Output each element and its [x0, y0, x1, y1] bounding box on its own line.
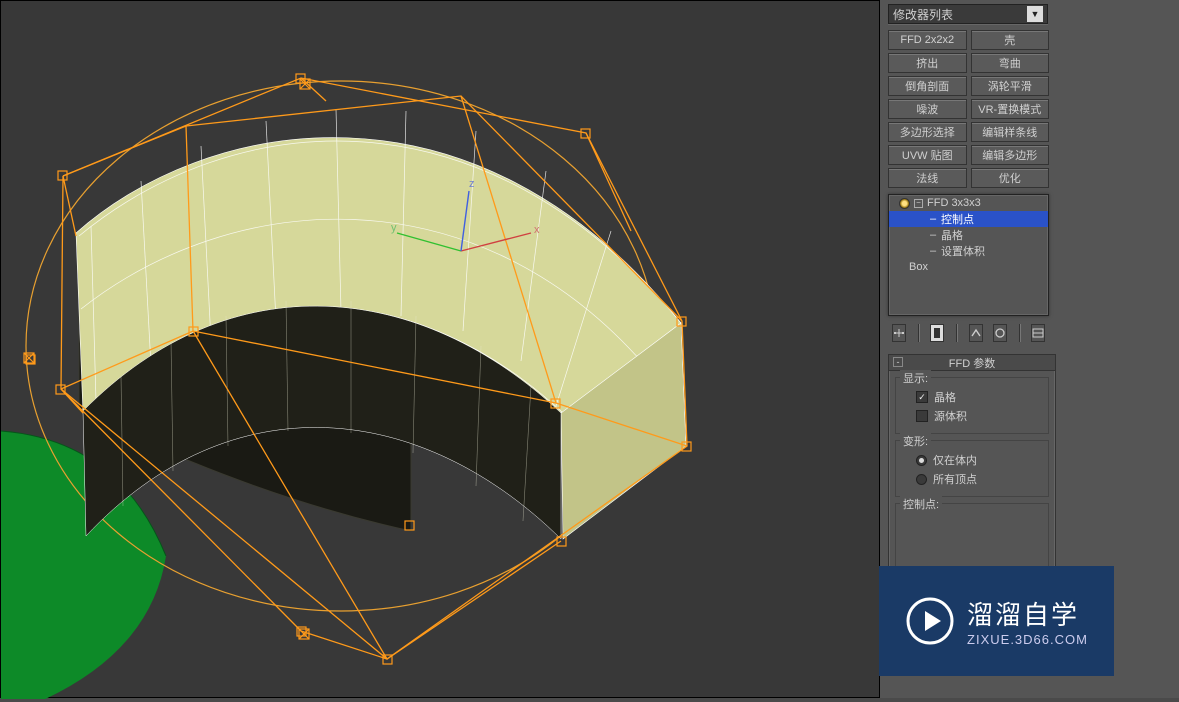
- checkbox-lattice-row[interactable]: ✓ 晶格: [916, 389, 1042, 405]
- modifier-btn-turbosmooth[interactable]: 涡轮平滑: [971, 76, 1050, 96]
- axis-z-label: z: [469, 178, 475, 190]
- rollout-header[interactable]: - FFD 参数: [889, 355, 1055, 371]
- dropdown-arrow-icon: ▼: [1027, 6, 1043, 22]
- modifier-btn-noise[interactable]: 噪波: [888, 99, 967, 119]
- axis-x-label: x: [534, 224, 540, 236]
- radio-only-in-volume-row[interactable]: 仅在体内: [916, 452, 1042, 468]
- stack-item-lattice[interactable]: – 晶格: [889, 227, 1048, 243]
- modifier-list-dropdown[interactable]: 修改器列表 ▼: [888, 4, 1048, 24]
- viewport-3d[interactable]: x y z: [0, 0, 880, 698]
- checkbox-lattice-label: 晶格: [934, 389, 956, 405]
- stack-toolbar: [888, 322, 1049, 344]
- group-display-title: 显示:: [900, 370, 931, 386]
- stack-item-label: FFD 3x3x3: [927, 197, 981, 209]
- stack-item-box[interactable]: Box: [889, 259, 1048, 275]
- modifier-btn-ffd2x2x2[interactable]: FFD 2x2x2: [888, 30, 967, 50]
- stack-item-control-points[interactable]: – 控制点: [889, 211, 1048, 227]
- modifier-btn-edit-spline[interactable]: 编辑样条线: [971, 122, 1050, 142]
- checkbox-icon: [916, 410, 928, 422]
- rollout-title: FFD 参数: [949, 355, 995, 371]
- tree-dash-icon: –: [929, 213, 937, 225]
- tree-dash-icon: –: [929, 229, 937, 241]
- modifier-buttons-grid: FFD 2x2x2 壳 挤出 弯曲 倒角剖面 涡轮平滑 噪波 VR-置换模式 多…: [888, 30, 1049, 188]
- modifier-btn-shell[interactable]: 壳: [971, 30, 1050, 50]
- checkbox-icon: ✓: [916, 391, 928, 403]
- show-end-result-icon[interactable]: [930, 324, 944, 342]
- watermark-overlay: 溜溜自学 ZIXUE.3D66.COM: [879, 566, 1114, 676]
- radio-only-in-volume-label: 仅在体内: [933, 452, 977, 468]
- stack-item-label: Box: [909, 261, 928, 273]
- watermark-title: 溜溜自学: [967, 595, 1088, 632]
- modifier-list-label: 修改器列表: [893, 6, 953, 23]
- group-control-points: 控制点:: [895, 503, 1049, 573]
- radio-icon: [916, 474, 927, 485]
- modifier-btn-edit-poly[interactable]: 编辑多边形: [971, 145, 1050, 165]
- play-logo-icon: [905, 596, 955, 646]
- stack-item-label: 晶格: [941, 227, 963, 243]
- group-deform: 变形: 仅在体内 所有顶点: [895, 440, 1049, 497]
- axis-y-label: y: [391, 222, 397, 234]
- configure-sets-icon[interactable]: [1031, 324, 1045, 342]
- modifier-btn-poly-select[interactable]: 多边形选择: [888, 122, 967, 142]
- tree-dash-icon: –: [929, 245, 937, 257]
- group-control-points-title: 控制点:: [900, 496, 942, 512]
- checkbox-source-volume-row[interactable]: 源体积: [916, 408, 1042, 424]
- make-unique-icon[interactable]: [969, 324, 983, 342]
- lightbulb-icon: [899, 198, 910, 209]
- checkbox-source-volume-label: 源体积: [934, 408, 967, 424]
- modifier-stack[interactable]: − FFD 3x3x3 – 控制点 – 晶格 – 设置体积 Box: [888, 194, 1049, 316]
- modifier-btn-vr-displace[interactable]: VR-置换模式: [971, 99, 1050, 119]
- modifier-btn-extrude[interactable]: 挤出: [888, 53, 967, 73]
- radio-all-vertices-label: 所有顶点: [933, 471, 977, 487]
- modifier-btn-optimize[interactable]: 优化: [971, 168, 1050, 188]
- modifier-btn-bend[interactable]: 弯曲: [971, 53, 1050, 73]
- stack-item-set-volume[interactable]: – 设置体积: [889, 243, 1048, 259]
- radio-all-vertices-row[interactable]: 所有顶点: [916, 471, 1042, 487]
- collapse-icon[interactable]: −: [914, 199, 923, 208]
- stack-item-ffd3x3x3[interactable]: − FFD 3x3x3: [889, 195, 1048, 211]
- group-deform-title: 变形:: [900, 433, 931, 449]
- group-display: 显示: ✓ 晶格 源体积: [895, 377, 1049, 434]
- watermark-subtitle: ZIXUE.3D66.COM: [967, 632, 1088, 647]
- pin-stack-icon[interactable]: [892, 324, 906, 342]
- radio-icon: [916, 455, 927, 466]
- rollout-collapse-icon: -: [893, 357, 903, 367]
- modifier-btn-bevel-profile[interactable]: 倒角剖面: [888, 76, 967, 96]
- ffd-params-rollout: - FFD 参数 显示: ✓ 晶格 源体积 变形: 仅在体内: [888, 354, 1056, 580]
- stack-item-label: 设置体积: [941, 243, 985, 259]
- modifier-btn-normal[interactable]: 法线: [888, 168, 967, 188]
- viewport-svg: x y z: [1, 1, 881, 699]
- remove-modifier-icon[interactable]: [993, 324, 1007, 342]
- modifier-btn-uvw-map[interactable]: UVW 贴图: [888, 145, 967, 165]
- stack-item-label: 控制点: [941, 211, 974, 227]
